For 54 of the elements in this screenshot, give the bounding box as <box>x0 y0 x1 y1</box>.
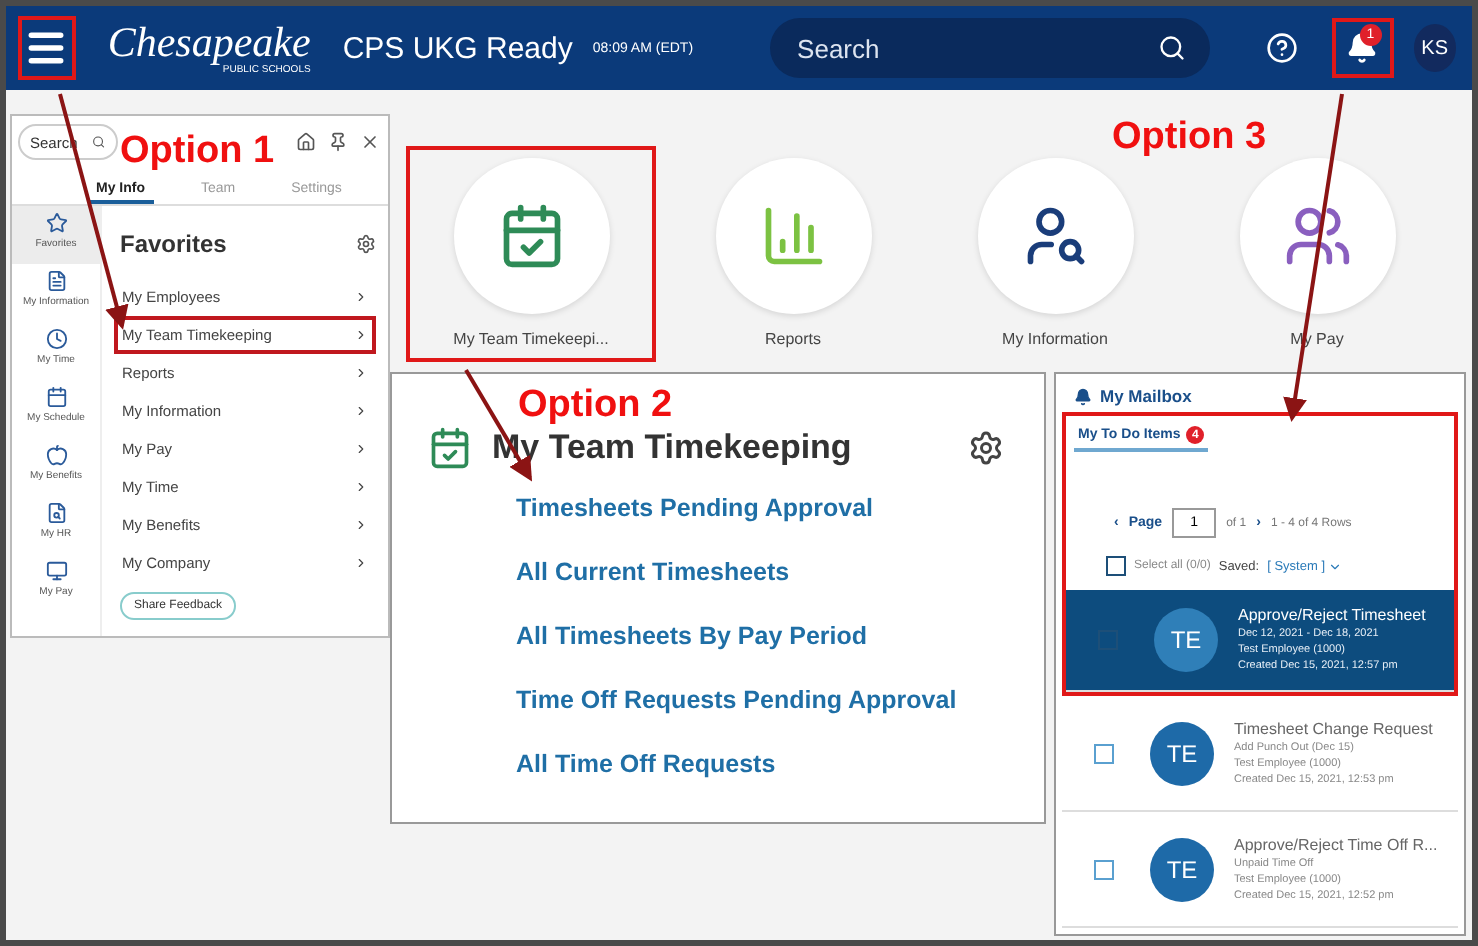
timekeeping-link[interactable]: Time Off Requests Pending Approval <box>516 686 1004 750</box>
pin-icon[interactable] <box>328 132 348 152</box>
option-label: Option 3 <box>1112 118 1267 158</box>
calendar-icon <box>45 386 67 408</box>
chevron-icon <box>354 518 368 532</box>
item-title: Approve/Reject Timesheet <box>1238 606 1426 624</box>
chevron-icon <box>354 556 368 570</box>
apple-icon <box>45 444 67 466</box>
mailbox-title: My Mailbox <box>1100 386 1192 406</box>
user-avatar[interactable]: KS <box>1413 24 1456 72</box>
settings-icon[interactable] <box>356 234 376 254</box>
bell-icon <box>1074 387 1092 405</box>
search-bar[interactable]: Search <box>769 18 1211 78</box>
menu-icon <box>24 26 69 70</box>
item-title: Timesheet Change Request <box>1234 719 1433 737</box>
close-icon[interactable] <box>360 132 380 152</box>
calendar-check-icon <box>428 426 472 470</box>
chevron-icon <box>354 328 368 342</box>
caret-icon <box>1327 559 1342 573</box>
chevron-icon <box>354 480 368 494</box>
timekeeping-link[interactable]: All Current Timesheets <box>516 558 1004 622</box>
settings-icon[interactable] <box>968 430 1004 466</box>
initials-avatar: TE <box>1150 837 1214 901</box>
timekeeping-link[interactable]: All Time Off Requests <box>516 750 1004 814</box>
app-tile[interactable]: Reports <box>668 146 918 362</box>
document-icon <box>45 270 67 292</box>
checkbox[interactable] <box>1094 859 1114 879</box>
timekeeping-link[interactable]: Timesheets Pending Approval <box>516 494 1004 558</box>
people-icon <box>1283 202 1351 270</box>
menu-button[interactable] <box>18 16 76 80</box>
timekeeping-link[interactable]: All Timesheets By Pay Period <box>516 622 1004 686</box>
document-search-icon <box>45 502 67 524</box>
chevron-icon <box>354 404 368 418</box>
clock-icon <box>45 328 67 350</box>
search-icon <box>1158 34 1187 62</box>
item-title: Approve/Reject Time Off R... <box>1234 835 1438 853</box>
option-label: Option 1 <box>120 132 275 172</box>
initials-avatar: TE <box>1150 721 1214 785</box>
app-tile[interactable]: My Team Timekeepi... <box>406 146 656 362</box>
favorites-heading: Favorites <box>120 230 227 258</box>
chevron-icon <box>354 290 368 304</box>
search-field[interactable]: Search <box>793 31 1159 65</box>
search-icon <box>92 134 106 150</box>
app-name: CPS UKG Ready <box>342 31 573 65</box>
chevron-icon <box>354 366 368 380</box>
star-icon <box>45 212 67 234</box>
help-icon <box>1265 32 1298 64</box>
checkbox[interactable] <box>1106 556 1126 576</box>
option-label: Option 2 <box>518 386 673 426</box>
initials-avatar: TE <box>1154 608 1218 672</box>
checkbox[interactable] <box>1094 743 1114 763</box>
home-icon[interactable] <box>296 132 316 152</box>
chevron-icon <box>354 442 368 456</box>
monitor-icon <box>45 560 67 582</box>
